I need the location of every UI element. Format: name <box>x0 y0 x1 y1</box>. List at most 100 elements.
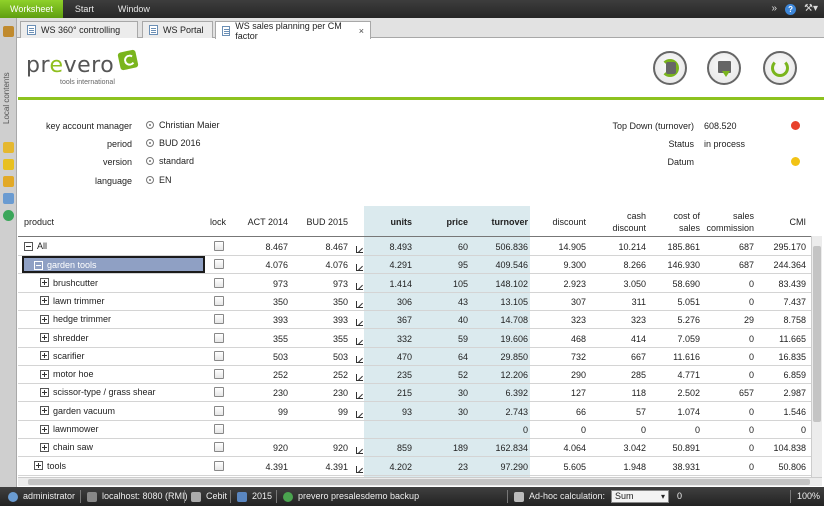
expand-icon[interactable] <box>40 314 49 324</box>
cell-units[interactable]: 306 <box>364 297 412 307</box>
copy-value-icon[interactable] <box>356 282 363 290</box>
table-row[interactable]: brushcutter 973 973 1.414 105 148.102 2.923 3.0… <box>18 275 814 293</box>
copy-value-icon[interactable] <box>356 246 363 253</box>
lock-checkbox[interactable] <box>214 332 224 343</box>
copy-value-icon[interactable] <box>356 355 363 363</box>
cell-units[interactable]: 4.202 <box>364 462 412 472</box>
document-icon[interactable] <box>3 176 14 187</box>
copy-value-icon[interactable] <box>356 337 363 345</box>
table-row[interactable]: hedge trimmer 393 393 367 40 14.708 323 323 5.27… <box>18 311 814 330</box>
cell-price[interactable]: 105 <box>418 279 468 289</box>
chevron-down-icon[interactable]: » <box>771 2 777 16</box>
tab-ws-portal[interactable]: WS Portal <box>142 21 213 38</box>
lock-checkbox[interactable] <box>214 314 224 325</box>
collapse-icon[interactable] <box>24 241 33 251</box>
table-row[interactable]: garden vacuum 99 99 93 30 2.743 66 57 1.074 0 1.54… <box>18 403 814 421</box>
panel-toggle-icon[interactable] <box>3 26 14 37</box>
product-name[interactable]: scissor-type / grass shear <box>40 387 156 397</box>
lock-checkbox[interactable] <box>214 424 224 434</box>
cell-price[interactable]: 64 <box>418 352 468 362</box>
col-act-2014[interactable]: ACT 2014 <box>234 216 288 228</box>
status-year[interactable]: 2015 <box>237 487 272 506</box>
cell-turnover[interactable]: 97.290 <box>474 462 528 472</box>
horizontal-scroll-thumb[interactable] <box>28 479 810 485</box>
col-units[interactable]: units <box>364 216 413 228</box>
status-user[interactable]: administrator <box>8 487 75 506</box>
cell-price[interactable]: 40 <box>418 315 468 325</box>
product-name[interactable]: hedge trimmer <box>40 314 111 324</box>
calendar-download-button[interactable] <box>707 51 741 85</box>
cell-units[interactable]: 93 <box>364 407 412 417</box>
zoom-level[interactable]: 100% <box>797 487 820 506</box>
copy-value-icon[interactable] <box>356 392 363 400</box>
copy-value-icon[interactable] <box>356 374 363 382</box>
help-icon[interactable]: ? <box>785 3 797 15</box>
col-turnover[interactable]: turnover <box>474 216 528 228</box>
status-database[interactable]: Cebit <box>191 487 227 506</box>
cell-turnover[interactable]: 162.834 <box>474 443 528 453</box>
copy-value-icon[interactable] <box>356 447 363 455</box>
cell-units[interactable]: 1.414 <box>364 279 412 289</box>
lock-checkbox[interactable] <box>214 295 224 306</box>
lock-checkbox[interactable] <box>214 460 224 471</box>
chart-icon[interactable] <box>3 142 14 153</box>
param-version[interactable]: standard <box>146 156 194 166</box>
table-row[interactable]: motor hoe 252 252 235 52 12.206 290 285 4.771 0 6.… <box>18 366 814 385</box>
col-sales-commission[interactable]: sales commission <box>698 210 754 234</box>
copy-value-icon[interactable] <box>356 300 363 308</box>
local-contents-label[interactable]: Local contents <box>2 62 15 134</box>
cell-units[interactable]: 215 <box>364 388 412 398</box>
globe-icon[interactable] <box>3 210 14 221</box>
col-cash-discount[interactable]: cash discount <box>588 210 646 234</box>
param-language[interactable]: EN <box>146 175 172 185</box>
tab-ws-sales-planning[interactable]: WS sales planning per CM factor × <box>215 21 371 41</box>
expand-icon[interactable] <box>34 461 43 471</box>
menu-start[interactable]: Start <box>63 0 106 18</box>
refresh-database-button[interactable] <box>653 51 687 85</box>
cell-turnover[interactable]: 29.850 <box>474 352 528 362</box>
cell-units[interactable]: 332 <box>364 334 412 344</box>
lock-checkbox[interactable] <box>214 442 224 453</box>
table-row[interactable]: tools 4.391 4.391 4.202 23 97.290 5.605 1.948 38… <box>18 458 814 476</box>
col-cmi[interactable]: CMI <box>762 216 807 228</box>
cell-turnover[interactable]: 2.743 <box>474 407 528 417</box>
expand-icon[interactable] <box>40 278 49 288</box>
cell-price[interactable]: 30 <box>418 388 468 398</box>
cell-price[interactable]: 43 <box>418 297 468 307</box>
product-name[interactable]: lawn trimmer <box>40 296 105 306</box>
reset-button[interactable] <box>763 51 797 85</box>
cell-price[interactable]: 59 <box>418 334 468 344</box>
cell-units[interactable]: 4.291 <box>364 260 412 270</box>
lock-checkbox[interactable] <box>214 369 224 380</box>
product-name[interactable]: All <box>24 241 47 251</box>
table-row[interactable]: shredder 355 355 332 59 19.606 468 414 7.059 0 11.… <box>18 330 814 348</box>
expand-icon[interactable] <box>40 369 49 379</box>
status-application[interactable]: prevero presalesdemo backup <box>283 487 419 506</box>
copy-value-icon[interactable] <box>356 319 363 327</box>
product-name[interactable]: scarifier <box>40 351 85 361</box>
cell-turnover[interactable]: 14.708 <box>474 315 528 325</box>
cell-turnover[interactable]: 409.546 <box>474 260 528 270</box>
cell-price[interactable]: 23 <box>418 462 468 472</box>
col-lock[interactable]: lock <box>210 216 226 228</box>
cell-turnover[interactable]: 6.392 <box>474 388 528 398</box>
vertical-scroll-thumb[interactable] <box>813 246 821 422</box>
cell-units[interactable]: 470 <box>364 352 412 362</box>
lock-checkbox[interactable] <box>214 387 224 398</box>
product-name[interactable]: chain saw <box>40 442 93 452</box>
menu-worksheet[interactable]: Worksheet <box>0 0 63 18</box>
product-name[interactable]: garden tools <box>34 260 97 270</box>
cell-units[interactable]: 235 <box>364 370 412 380</box>
cell-turnover[interactable]: 506.836 <box>474 242 528 252</box>
copy-value-icon[interactable] <box>356 410 363 418</box>
col-discount[interactable]: discount <box>534 216 586 228</box>
table-row[interactable]: chain saw 920 920 859 189 162.834 4.064 3.042 50… <box>18 439 814 458</box>
status-server[interactable]: localhost: 8080 (RMI) <box>87 487 188 506</box>
close-icon[interactable]: × <box>359 26 364 36</box>
product-name[interactable]: motor hoe <box>40 369 94 379</box>
copy-value-icon[interactable] <box>356 465 363 473</box>
product-name[interactable]: shredder <box>40 333 89 343</box>
lock-checkbox[interactable] <box>214 241 224 251</box>
lock-checkbox[interactable] <box>214 405 224 416</box>
cell-turnover[interactable]: 148.102 <box>474 279 528 289</box>
